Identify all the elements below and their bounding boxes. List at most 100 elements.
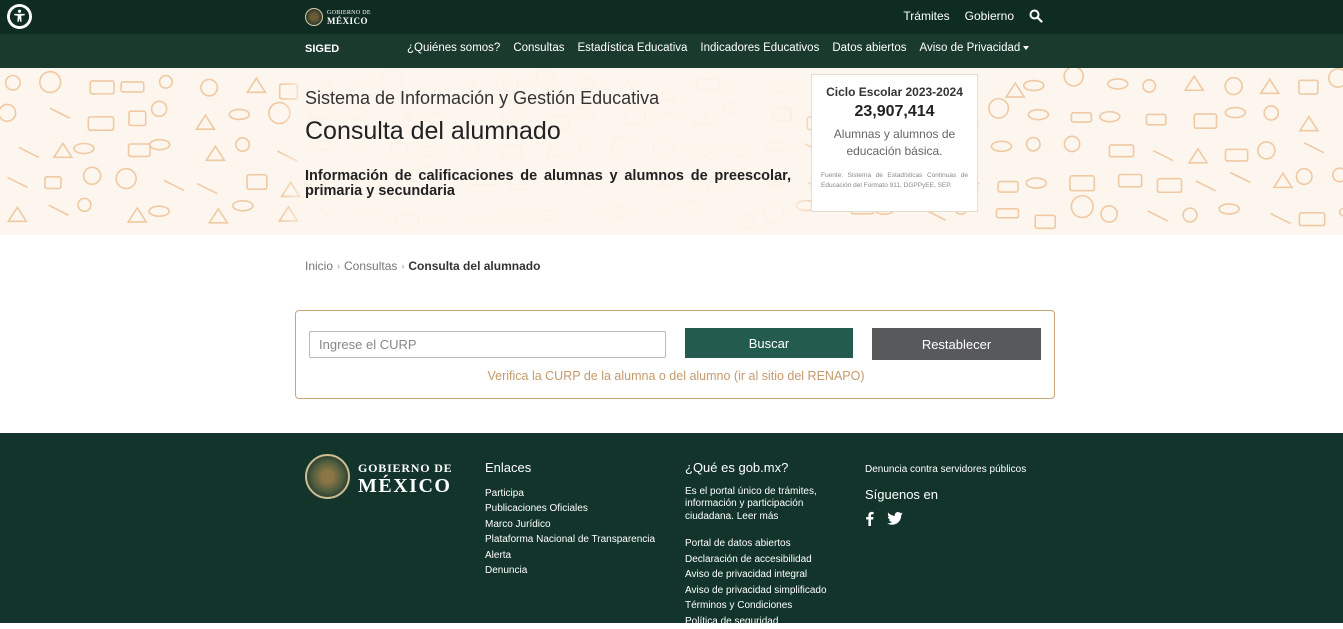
follow-us-label: Síguenos en — [865, 487, 1026, 503]
footer-gobmx-column: ¿Qué es gob.mx? Es el portal único de tr… — [685, 460, 845, 629]
doodle-shape — [150, 140, 170, 150]
footer-link-transparencia[interactable]: Plataforma Nacional de Transparencia — [485, 532, 655, 548]
doodle-shape — [1101, 206, 1117, 222]
doodle-shape — [1100, 112, 1120, 122]
twitter-icon[interactable] — [887, 512, 903, 525]
doodle-shape — [1299, 80, 1318, 94]
doodle-shape — [1185, 76, 1203, 90]
doodle-shape — [1109, 145, 1133, 157]
footer-link-privacidad-integral[interactable]: Aviso de privacidad integral — [685, 567, 845, 583]
doodle-shape — [1219, 204, 1239, 214]
footer-link-politica-seguridad[interactable]: Política de seguridad — [685, 614, 845, 629]
doodle-shape — [129, 111, 146, 125]
hero-banner: Sistema de Información y Gestión Educati… — [0, 68, 1343, 235]
doodle-shape — [78, 198, 91, 211]
nav-estadistica[interactable]: Estadística Educativa — [577, 42, 687, 54]
doodle-shape — [1157, 179, 1181, 193]
footer-link-marco-juridico[interactable]: Marco Jurídico — [485, 517, 655, 533]
doodle-shape — [247, 78, 265, 92]
social-links — [865, 511, 1026, 526]
nav-datos-abiertos[interactable]: Datos abiertos — [832, 42, 906, 54]
footer-link-participa[interactable]: Participa — [485, 486, 655, 502]
doodle-shape — [1143, 80, 1155, 92]
footer-social-column: Denuncia contra servidores públicos Sígu… — [865, 462, 1026, 526]
doodle-shape — [160, 76, 173, 89]
nav-menu: ¿Quiénes somos? Consultas Estadística Ed… — [407, 42, 1029, 54]
breadcrumb-separator: › — [401, 261, 404, 271]
doodle-shape — [6, 76, 20, 90]
breadcrumb-consultas[interactable]: Consultas — [344, 259, 397, 273]
tramites-link[interactable]: Trámites — [903, 9, 949, 23]
seal-icon — [305, 8, 323, 26]
nav-aviso-label: Aviso de Privacidad — [919, 42, 1020, 54]
footer-logo-line1: GOBIERNO DE — [358, 459, 452, 477]
siged-brand[interactable]: SIGED — [305, 43, 339, 55]
doodle-shape — [1225, 78, 1242, 95]
footer-links-title: Enlaces — [485, 460, 655, 476]
footer-links-column: Enlaces Participa Publicaciones Oficiale… — [485, 460, 655, 579]
doodle-shape — [1153, 151, 1173, 161]
footer-gobierno-logo[interactable]: GOBIERNO DE MÉXICO — [305, 454, 452, 499]
logo-line2: MÉXICO — [327, 17, 371, 25]
breadcrumb-inicio[interactable]: Inicio — [305, 259, 333, 273]
curp-input[interactable] — [309, 331, 666, 358]
footer-link-publicaciones[interactable]: Publicaciones Oficiales — [485, 501, 655, 517]
doodle-shape — [1146, 114, 1165, 124]
doodle-shape — [209, 209, 227, 223]
nav-consultas[interactable]: Consultas — [513, 42, 564, 54]
footer-link-privacidad-simplificado[interactable]: Aviso de privacidad simplificado — [685, 583, 845, 599]
doodle-shape — [201, 79, 217, 95]
doodle-shape — [1299, 213, 1324, 226]
doodle-shape — [1300, 117, 1318, 131]
footer-link-terminos[interactable]: Términos y Condiciones — [685, 598, 845, 614]
nav-quienes-somos[interactable]: ¿Quiénes somos? — [407, 42, 500, 54]
footer-gobmx-title: ¿Qué es gob.mx? — [685, 460, 845, 476]
search-icon[interactable] — [1029, 9, 1043, 23]
doodle-shape — [1271, 214, 1291, 224]
accessibility-button[interactable] — [7, 4, 32, 29]
doodle-shape — [90, 81, 114, 94]
chevron-down-icon — [1023, 46, 1029, 50]
breadcrumb-current: Consulta del alumnado — [408, 259, 540, 273]
doodle-shape — [233, 201, 253, 211]
doodle-shape — [1026, 178, 1046, 188]
footer-link-accesibilidad[interactable]: Declaración de accesibilidad — [685, 552, 845, 568]
footer-link-denuncia[interactable]: Denuncia — [485, 563, 655, 579]
curp-search-panel: Buscar Restablecer Verifica la CURP de l… — [295, 310, 1055, 399]
doodle-shape — [1070, 176, 1094, 191]
doodle-shape — [121, 82, 144, 92]
doodle-shape — [45, 177, 61, 189]
doodle-shape — [206, 146, 224, 160]
footer-link-denuncia-servidores[interactable]: Denuncia contra servidores públicos — [865, 462, 1026, 478]
page-title: Consulta del alumnado — [305, 117, 561, 146]
doodle-shape — [128, 208, 146, 222]
doodle-shape — [1196, 181, 1216, 191]
gobierno-logo[interactable]: GOBIERNO DE MÉXICO — [305, 8, 371, 26]
doodle-shape — [116, 169, 136, 189]
top-links: Trámites Gobierno — [903, 9, 1043, 23]
nav-indicadores[interactable]: Indicadores Educativos — [700, 42, 819, 54]
hero-subtitle: Sistema de Información y Gestión Educati… — [305, 88, 659, 109]
doodle-shape — [1006, 83, 1024, 97]
facebook-icon[interactable] — [865, 511, 874, 526]
gobierno-link[interactable]: Gobierno — [965, 9, 1014, 23]
main-navbar: SIGED ¿Quiénes somos? Consultas Estadíst… — [0, 34, 1343, 68]
doodle-shape — [1264, 106, 1278, 120]
doodle-shape — [1261, 79, 1279, 93]
doodle-shape — [998, 182, 1018, 192]
doodle-shape — [7, 177, 27, 187]
footer-link-alerta[interactable]: Alerta — [485, 548, 655, 564]
doodle-shape — [54, 143, 72, 157]
buscar-button[interactable]: Buscar — [685, 328, 853, 358]
doodle-shape — [8, 207, 26, 221]
footer-link-datos-abiertos[interactable]: Portal de datos abiertos — [685, 536, 845, 552]
doodle-shape — [997, 209, 1019, 218]
doodle-shape — [1304, 143, 1324, 153]
doodle-shape — [1028, 110, 1048, 120]
doodle-shape — [50, 108, 70, 118]
nav-aviso-privacidad[interactable]: Aviso de Privacidad — [919, 42, 1029, 54]
verify-curp-link[interactable]: Verifica la CURP de la alumna o del alum… — [296, 369, 1056, 383]
doodle-shape — [236, 138, 249, 151]
breadcrumb-separator: › — [337, 261, 340, 271]
restablecer-button[interactable]: Restablecer — [872, 328, 1041, 360]
